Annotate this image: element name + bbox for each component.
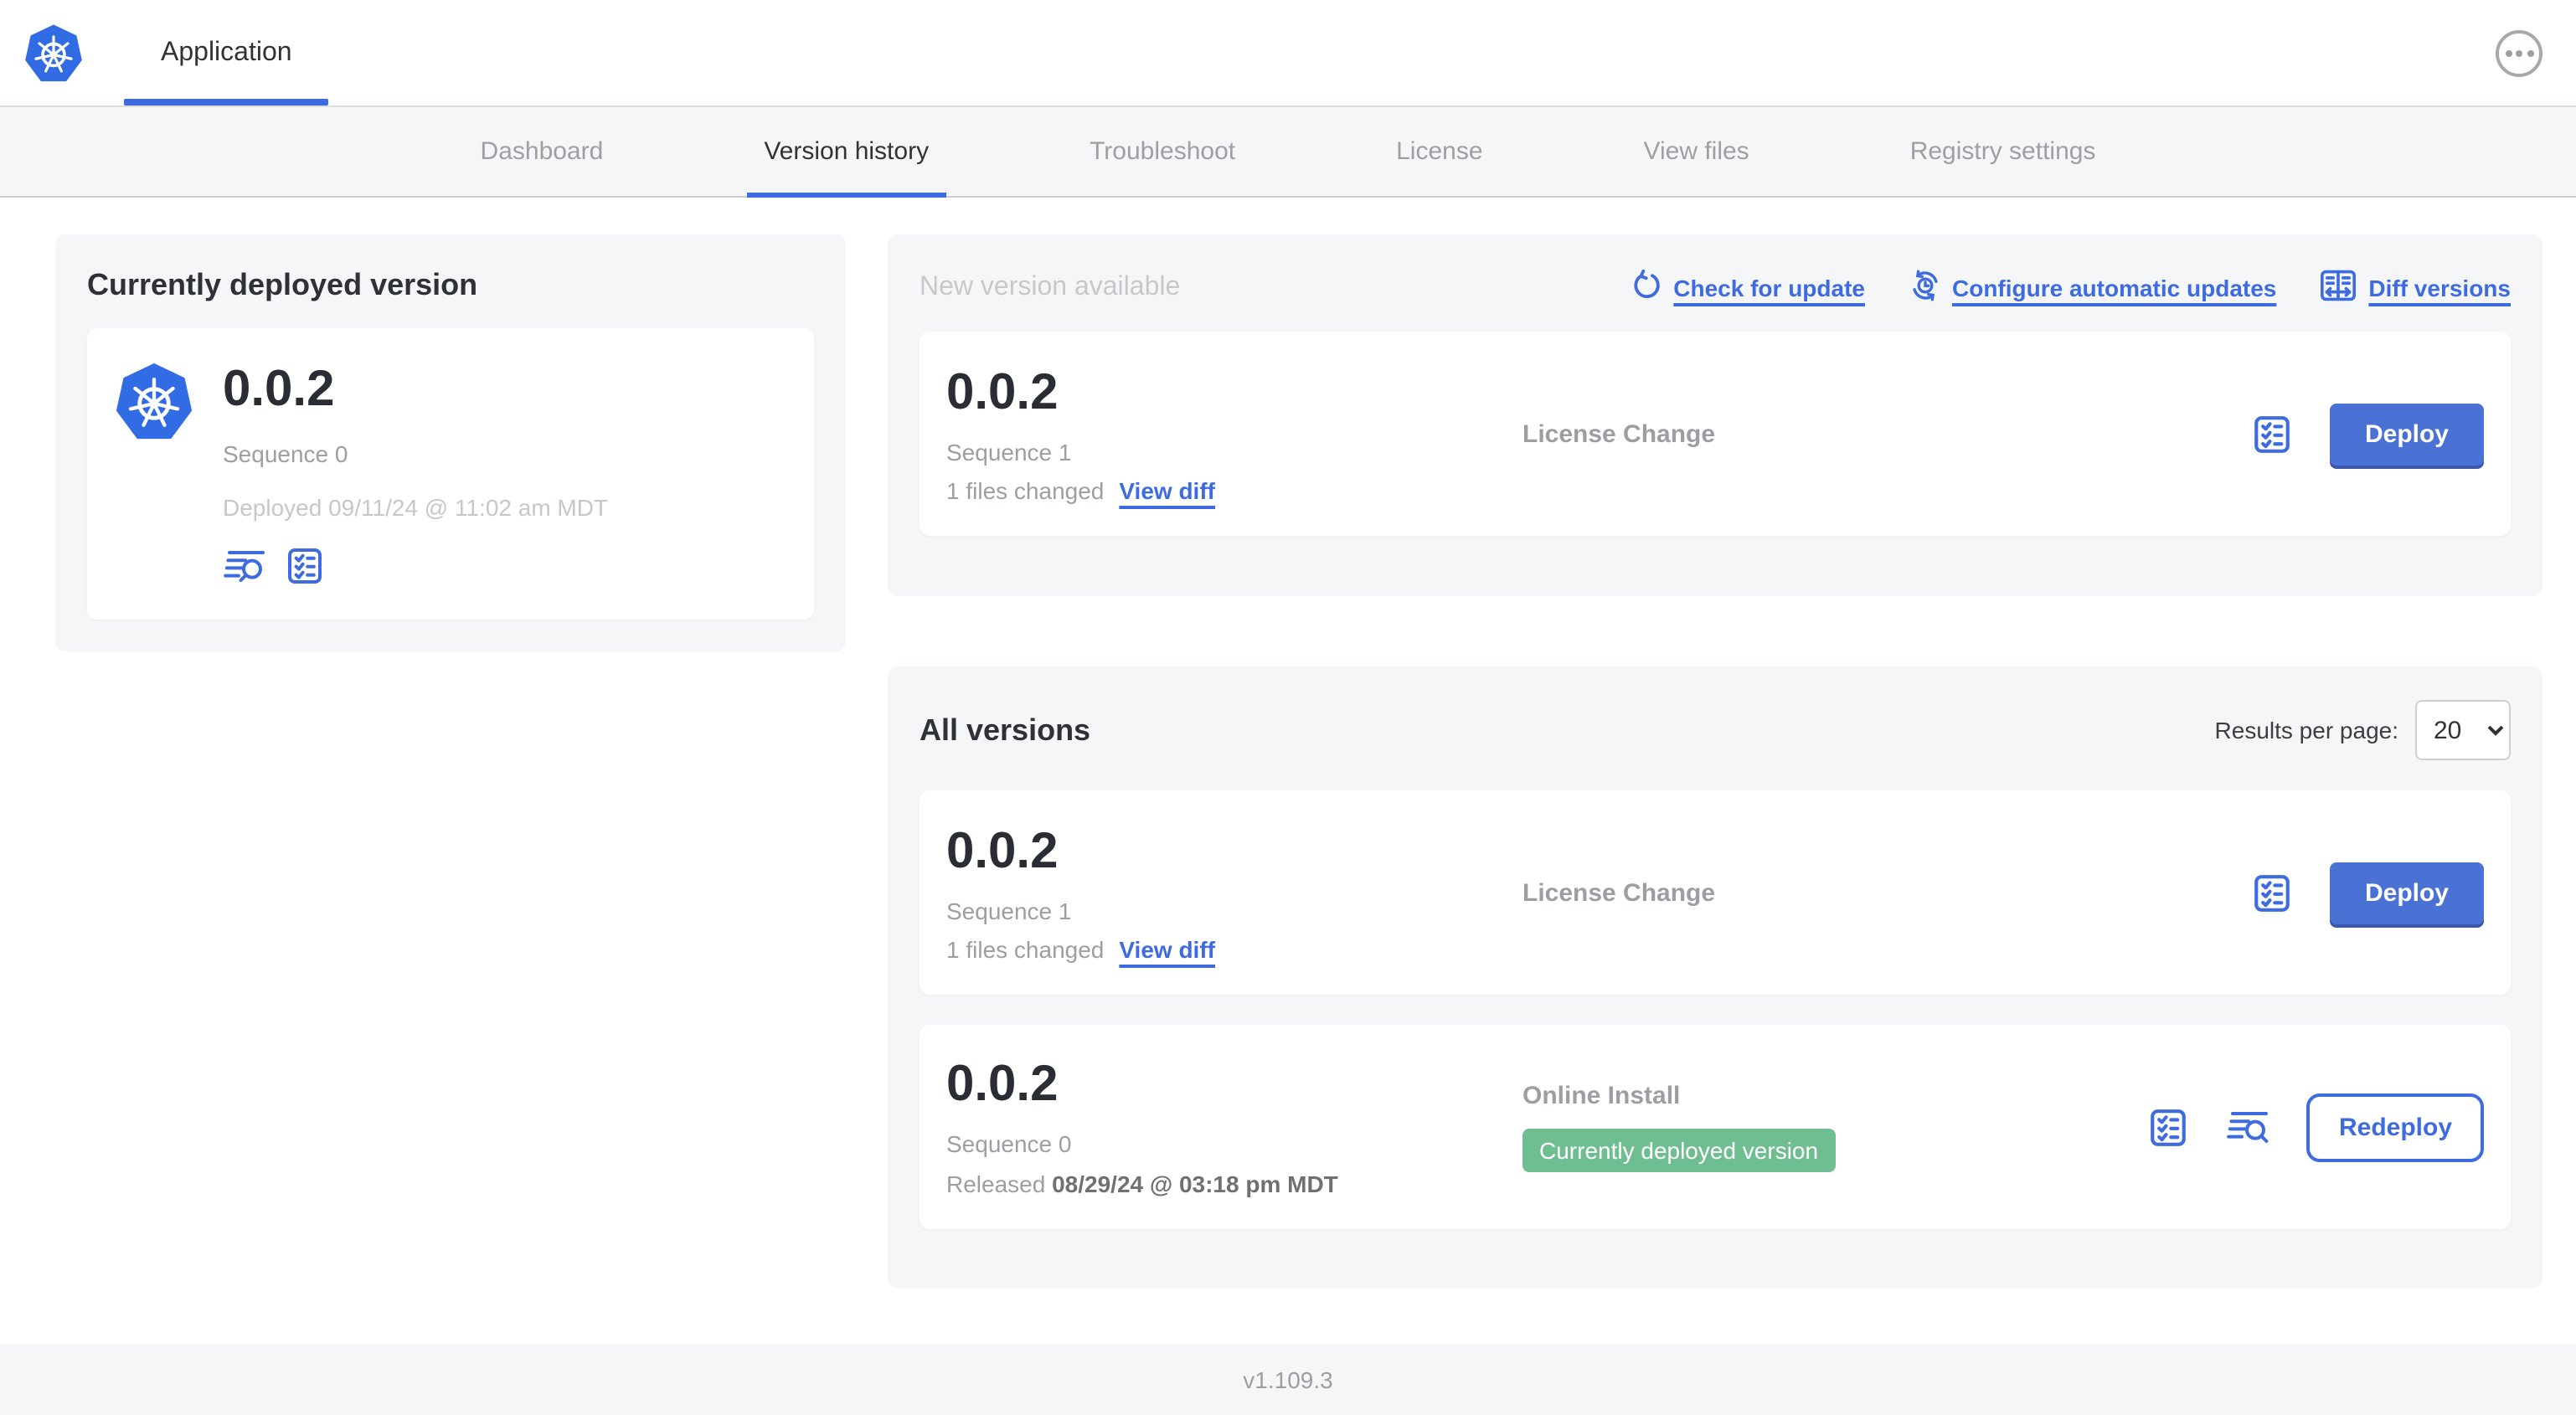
deployed-version-number: 0.0.2 — [223, 362, 335, 417]
version-actions: Deploy — [2251, 862, 2484, 924]
released-prefix: Released — [946, 1171, 1053, 1197]
diff-versions-label: Diff versions — [2368, 275, 2511, 301]
currently-deployed-card: 0.0.2 Sequence 0 Deployed 09/11/24 @ 11:… — [87, 328, 814, 620]
currently-deployed-panel: Currently deployed version 0.0.2 Sequenc… — [55, 234, 846, 651]
app-tab[interactable]: Application — [124, 0, 329, 105]
app-tab-label: Application — [161, 38, 292, 66]
preflight-checklist-icon[interactable] — [2251, 413, 2293, 455]
version-sequence: Sequence 1 — [946, 438, 1072, 465]
tab-registry-settings-label: Registry settings — [1909, 137, 2096, 166]
kubernetes-logo-icon — [23, 23, 84, 83]
check-for-update-link[interactable]: Check for update — [1630, 269, 1865, 306]
tab-license[interactable]: License — [1379, 107, 1499, 196]
app-tab-underline — [124, 99, 329, 105]
tab-dashboard[interactable]: Dashboard — [464, 107, 621, 196]
version-source-label: License Change — [1522, 878, 1716, 907]
version-row: 0.0.2 Sequence 1 1 files changed View di… — [920, 790, 2511, 995]
files-changed-label: 1 files changed — [946, 935, 1105, 962]
currently-deployed-badge: Currently deployed version — [1522, 1129, 1836, 1172]
deploy-button[interactable]: Deploy — [2329, 862, 2484, 924]
results-per-page-label: Results per page: — [2214, 717, 2398, 744]
version-info: 0.0.2 Sequence 1 1 files changed View di… — [946, 823, 1522, 962]
active-tab-indicator — [747, 193, 946, 198]
redeploy-button[interactable]: Redeploy — [2306, 1093, 2484, 1161]
console-version: v1.109.3 — [1243, 1366, 1333, 1393]
currently-deployed-info: 0.0.2 Sequence 0 Deployed 09/11/24 @ 11:… — [223, 362, 608, 586]
footer: v1.109.3 — [0, 1345, 2576, 1415]
all-versions-header: All versions Results per page: 20 — [920, 700, 2511, 760]
files-changed-label: 1 files changed — [946, 476, 1105, 503]
page: Application Dashboard Version history Tr… — [0, 0, 2576, 1415]
tab-registry-settings[interactable]: Registry settings — [1893, 107, 2113, 196]
version-actions: Deploy — [2251, 403, 2484, 465]
released-timestamp: Released 08/29/24 @ 03:18 pm MDT — [946, 1171, 1522, 1197]
all-versions-title: All versions — [920, 713, 1091, 746]
files-changed-row: 1 files changed View diff — [946, 476, 1522, 503]
preflight-checklist-icon[interactable] — [2251, 872, 2293, 913]
app-header: Application — [0, 0, 2576, 105]
version-row: 0.0.2 Sequence 0 Released 08/29/24 @ 03:… — [920, 1025, 2511, 1229]
tab-troubleshoot[interactable]: Troubleshoot — [1073, 107, 1252, 196]
version-actions: Redeploy — [2148, 1093, 2484, 1161]
tab-version-history[interactable]: Version history — [747, 107, 946, 198]
overflow-menu-button[interactable] — [2496, 29, 2543, 76]
version-number: 0.0.2 — [946, 364, 1059, 419]
content: Currently deployed version 0.0.2 Sequenc… — [0, 198, 2576, 1345]
deploy-logs-icon[interactable] — [223, 548, 266, 584]
version-source-column: License Change — [1522, 878, 2251, 907]
version-source-label: License Change — [1522, 419, 1716, 448]
diff-versions-link[interactable]: Diff versions — [2320, 268, 2511, 308]
released-date: 08/29/24 @ 03:18 pm MDT — [1052, 1171, 1338, 1197]
files-changed-row: 1 files changed View diff — [946, 935, 1522, 962]
version-info: 0.0.2 Sequence 1 1 files changed View di… — [946, 364, 1522, 503]
configure-automatic-updates-label: Configure automatic updates — [1952, 275, 2277, 301]
new-version-panel: New version available Check for update C… — [888, 234, 2543, 596]
tab-license-label: License — [1396, 137, 1483, 166]
deployed-card-actions — [223, 546, 608, 586]
version-source-label: Online Install — [1522, 1082, 1681, 1110]
refresh-icon — [1630, 269, 1662, 306]
deploy-logs-icon[interactable] — [2227, 1109, 2270, 1145]
version-sequence: Sequence 0 — [946, 1130, 1072, 1157]
tab-troubleshoot-label: Troubleshoot — [1090, 137, 1236, 166]
tab-view-files[interactable]: View files — [1627, 107, 1766, 196]
new-version-title: New version available — [920, 273, 1181, 301]
new-version-panel-header: New version available Check for update C… — [920, 268, 2511, 308]
deploy-button[interactable]: Deploy — [2329, 403, 2484, 465]
right-column: New version available Check for update C… — [888, 234, 2543, 1288]
tab-dashboard-label: Dashboard — [480, 137, 604, 166]
tab-version-history-label: Version history — [764, 137, 930, 166]
header-links: Check for update Configure automatic upd… — [1630, 268, 2511, 308]
version-sequence: Sequence 1 — [946, 897, 1072, 924]
preflight-checklist-icon[interactable] — [2148, 1106, 2190, 1148]
results-per-page-select[interactable]: 20 — [2415, 700, 2511, 760]
diff-icon — [2320, 268, 2357, 308]
deployed-timestamp: Deployed 09/11/24 @ 11:02 am MDT — [223, 494, 609, 521]
version-number: 0.0.2 — [946, 823, 1059, 878]
currently-deployed-title: Currently deployed version — [87, 268, 478, 301]
version-source-column: License Change — [1522, 419, 2251, 448]
tab-view-files-label: View files — [1643, 137, 1749, 166]
all-versions-panel: All versions Results per page: 20 0.0.2 … — [888, 666, 2543, 1288]
view-diff-link[interactable]: View diff — [1119, 935, 1215, 962]
check-for-update-label: Check for update — [1673, 275, 1865, 301]
app-logo-icon — [114, 362, 194, 586]
nav-bar: Dashboard Version history Troubleshoot L… — [0, 105, 2576, 198]
deployed-sequence: Sequence 0 — [223, 440, 348, 467]
view-diff-link[interactable]: View diff — [1119, 476, 1215, 503]
version-info: 0.0.2 Sequence 0 Released 08/29/24 @ 03:… — [946, 1057, 1522, 1197]
configure-automatic-updates-link[interactable]: Configure automatic updates — [1909, 270, 2276, 306]
version-source-column: Online Install Currently deployed versio… — [1522, 1082, 2148, 1172]
preflight-checklist-icon[interactable] — [285, 546, 325, 586]
auto-update-clock-icon — [1909, 270, 1940, 306]
new-version-card: 0.0.2 Sequence 1 1 files changed View di… — [920, 332, 2511, 536]
results-per-page-group: Results per page: 20 — [2215, 700, 2511, 760]
version-number: 0.0.2 — [946, 1057, 1059, 1112]
